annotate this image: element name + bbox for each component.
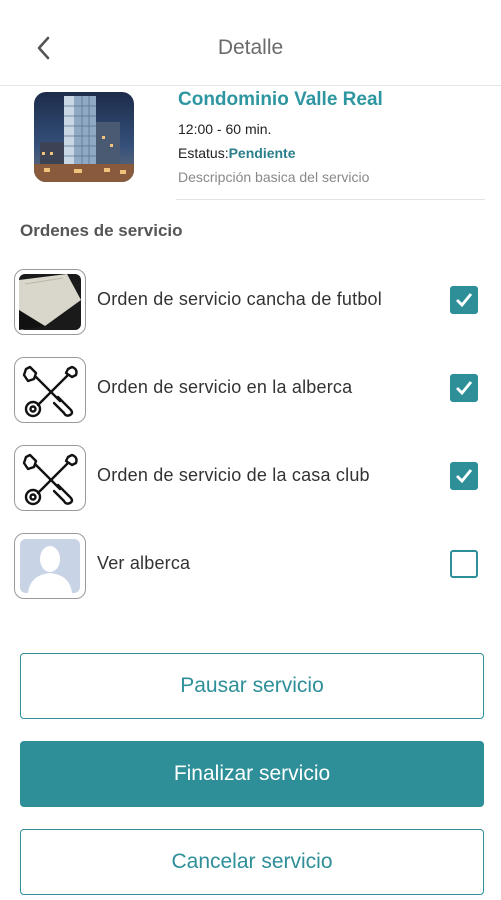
check-icon [456,293,473,308]
order-checkbox[interactable] [450,374,478,402]
order-item[interactable]: Ver alberca [14,533,488,599]
order-item[interactable]: Orden de servicio de la casa club [14,445,488,511]
order-item[interactable]: Orden de servicio en la alberca [14,357,488,423]
check-icon [456,469,473,484]
orders-section-title: Ordenes de servicio [20,221,183,240]
pause-service-button[interactable]: Pausar servicio [20,653,484,719]
cancel-service-button[interactable]: Cancelar servicio [20,829,484,895]
status-label: Estatus: [178,145,229,161]
service-info: Condominio Valle Real 12:00 - 60 min. Es… [178,88,383,186]
order-label: Orden de servicio de la casa club [97,465,370,485]
order-checkbox[interactable] [450,462,478,490]
order-item[interactable]: Orden de servicio cancha de futbol [14,269,488,335]
building-thumbnail [34,92,134,182]
tools-icon [14,357,86,423]
status-value: Pendiente [228,145,296,161]
avatar-placeholder-icon [14,533,86,599]
order-label: Orden de servicio cancha de futbol [97,289,382,309]
order-label: Orden de servicio en la alberca [97,377,353,397]
order-label: Ver alberca [97,553,191,573]
top-bar: Detalle [0,0,501,86]
field-photo-icon [14,269,86,335]
finish-service-button[interactable]: Finalizar servicio [20,741,484,807]
divider [176,199,485,200]
service-description: Descripción basica del servicio [178,169,370,185]
tools-icon [14,445,86,511]
service-summary: Condominio Valle Real 12:00 - 60 min. Es… [0,86,501,202]
check-icon [456,381,473,396]
service-time: 12:00 - 60 min. [178,121,272,137]
page-title: Detalle [217,36,284,59]
order-checkbox[interactable] [450,550,478,578]
service-status: Estatus:Pendiente [178,144,383,162]
condominium-name: Condominio Valle Real [178,89,383,110]
order-checkbox[interactable] [450,286,478,314]
